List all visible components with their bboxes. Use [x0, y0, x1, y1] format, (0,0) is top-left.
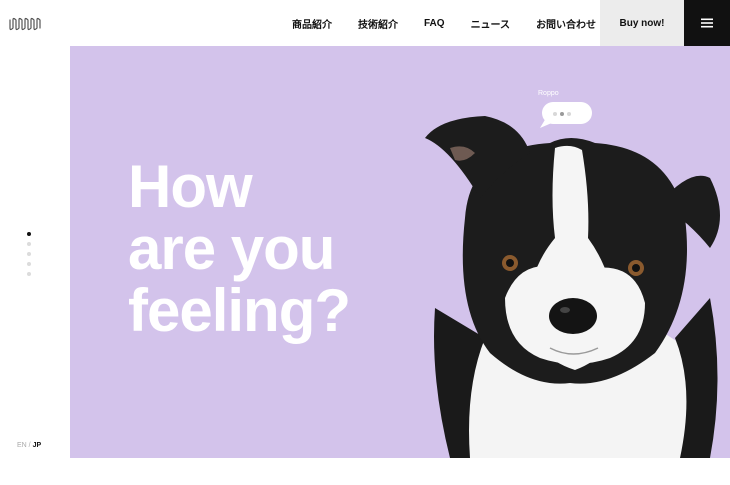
- nav-item-products[interactable]: 商品紹介: [292, 16, 332, 31]
- typing-dot: [560, 112, 564, 116]
- main-nav: 商品紹介 技術紹介 FAQ ニュース お問い合わせ: [292, 0, 596, 46]
- typing-dot: [567, 112, 571, 116]
- buy-now-button[interactable]: Buy now!: [600, 0, 684, 46]
- pagination-dot-2[interactable]: [27, 242, 31, 246]
- pagination-dot-4[interactable]: [27, 262, 31, 266]
- border-collie-dog-image: [425, 116, 720, 458]
- menu-button[interactable]: [684, 0, 730, 46]
- pagination-dot-1[interactable]: [27, 232, 31, 236]
- language-switcher: EN / JP: [17, 442, 41, 449]
- chat-bubble-name: Roppo: [538, 90, 559, 97]
- headline-line-1: How: [128, 153, 253, 220]
- lang-jp[interactable]: JP: [33, 442, 42, 449]
- lang-en[interactable]: EN: [17, 442, 27, 449]
- headline-line-2: are you: [128, 215, 335, 282]
- nav-item-faq[interactable]: FAQ: [424, 18, 445, 29]
- typing-indicator: [553, 112, 574, 116]
- pagination-dot-3[interactable]: [27, 252, 31, 256]
- slide-pagination: [27, 232, 31, 282]
- page-bottom-band: [0, 458, 730, 485]
- hamburger-menu-icon: [701, 18, 713, 28]
- hero-headline: How are you feeling?: [128, 153, 351, 344]
- nav-item-technology[interactable]: 技術紹介: [358, 16, 398, 31]
- hero-section: How are you feeling? Roppo: [70, 46, 730, 458]
- typing-dot: [553, 112, 557, 116]
- wave-logo-icon[interactable]: [8, 14, 48, 32]
- site-header: 商品紹介 技術紹介 FAQ ニュース お問い合わせ Buy now!: [0, 0, 730, 46]
- nav-item-contact[interactable]: お問い合わせ: [536, 16, 596, 31]
- nav-item-news[interactable]: ニュース: [471, 16, 511, 31]
- headline-line-3: feeling?: [128, 277, 351, 344]
- pagination-dot-5[interactable]: [27, 272, 31, 276]
- left-sidebar: EN / JP: [0, 46, 70, 458]
